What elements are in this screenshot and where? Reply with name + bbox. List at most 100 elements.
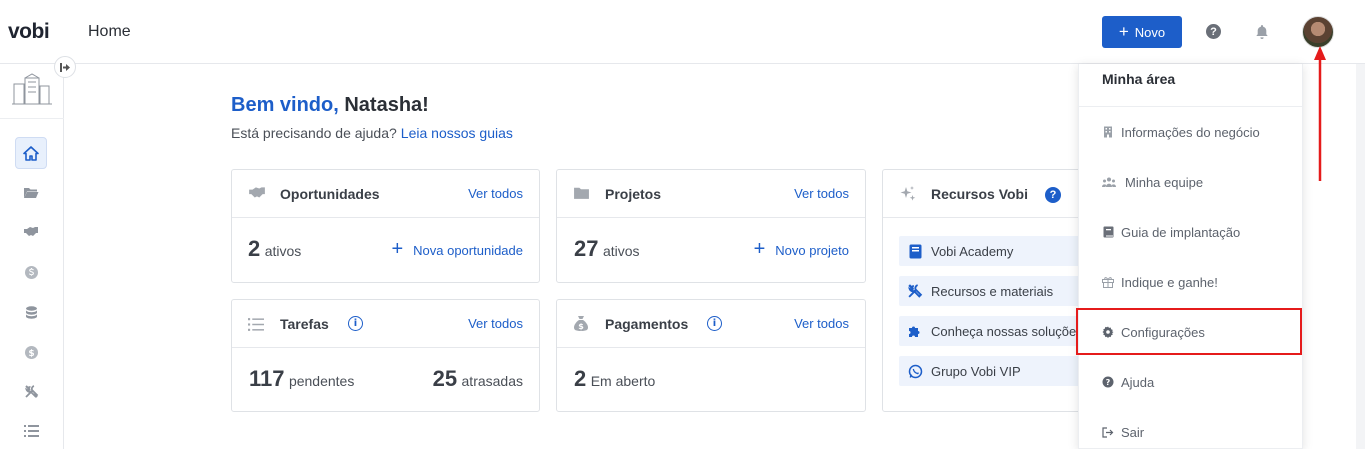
svg-text:$: $	[578, 322, 584, 331]
sparkle-icon	[899, 185, 917, 208]
see-all-link[interactable]: Ver todos	[468, 316, 523, 331]
help-icon: ?	[1102, 376, 1114, 388]
scrollbar[interactable]	[1356, 64, 1365, 449]
info-icon[interactable]: i	[348, 316, 363, 331]
whatsapp-icon	[907, 363, 923, 379]
menu-item-label: Indique e ganhe!	[1121, 274, 1218, 290]
card-title: Recursos Vobi	[931, 186, 1028, 202]
top-bar: vobi Home + Novo ?	[0, 0, 1365, 64]
resource-label: Vobi Academy	[931, 243, 1014, 259]
resource-label: Conheça nossas soluções	[931, 323, 1083, 339]
vobi-logo[interactable]: vobi	[8, 20, 50, 44]
card-header: Oportunidades Ver todos	[232, 170, 539, 218]
new-opportunity-label: Nova oportunidade	[413, 243, 523, 258]
user-menu-dropdown: Minha área Informações do negócio Minha …	[1078, 64, 1303, 449]
new-project-label: Novo projeto	[775, 243, 849, 258]
card-title: Pagamentos	[605, 316, 689, 332]
dropdown-divider	[1079, 106, 1303, 107]
menu-item-team[interactable]: Minha equipe	[1102, 172, 1203, 192]
building-icon	[1102, 126, 1114, 138]
late-count: 25	[432, 366, 458, 391]
company-logo-icon	[11, 72, 53, 108]
pending-row: 117 pendentes	[249, 366, 354, 392]
menu-item-label: Minha equipe	[1125, 174, 1204, 190]
payments-count: 2	[574, 366, 587, 391]
sidebar-item-projects[interactable]	[15, 176, 47, 208]
money-bag-icon: $	[573, 315, 589, 337]
sidebar-item-tools[interactable]	[15, 375, 47, 407]
book-icon	[907, 243, 923, 259]
list-icon	[23, 425, 39, 437]
folder-icon	[573, 186, 590, 205]
opportunities-count: 2	[248, 236, 261, 261]
help-circle-icon[interactable]: ?	[1045, 187, 1061, 203]
see-all-link[interactable]: Ver todos	[794, 186, 849, 201]
dropdown-title: Minha área	[1102, 71, 1176, 87]
card-header: Projetos Ver todos	[557, 170, 865, 218]
menu-item-logout[interactable]: Sair	[1102, 422, 1144, 442]
payments-card: $ Pagamentos i Ver todos 2 Em aberto	[556, 299, 866, 412]
team-icon	[1102, 176, 1116, 188]
puzzle-icon	[907, 323, 923, 339]
count-row: 27 ativos	[574, 236, 640, 262]
menu-item-help[interactable]: ? Ajuda	[1102, 372, 1154, 392]
card-header: $ Pagamentos i Ver todos	[557, 300, 865, 348]
resource-item-materials[interactable]: Recursos e materiais	[899, 276, 1089, 306]
sidebar-item-payments[interactable]: $	[15, 336, 47, 368]
resource-item-academy[interactable]: Vobi Academy	[899, 236, 1089, 266]
settings-highlight-box	[1076, 308, 1302, 355]
sidebar-item-finance[interactable]	[15, 256, 47, 288]
sidebar-toggle-button[interactable]	[54, 56, 76, 78]
sidebar-item-tasks[interactable]	[15, 415, 47, 447]
pending-count: 117	[249, 366, 285, 391]
home-icon	[23, 145, 39, 161]
plus-icon: +	[1118, 21, 1129, 41]
tools-icon	[907, 283, 923, 299]
see-all-link[interactable]: Ver todos	[468, 186, 523, 201]
handshake-icon	[248, 186, 266, 205]
resource-item-vip-group[interactable]: Grupo Vobi VIP	[899, 356, 1089, 386]
folder-icon	[24, 187, 39, 198]
welcome-heading: Bem vindo, Natasha!	[231, 94, 429, 117]
menu-item-refer[interactable]: Indique e ganhe!	[1102, 272, 1218, 292]
svg-text:$: $	[28, 349, 34, 359]
new-project-button[interactable]: + Novo projeto	[753, 238, 849, 260]
projects-count: 27	[574, 236, 599, 261]
welcome-name: Natasha!	[344, 94, 429, 116]
menu-item-implementation-guide[interactable]: Guia de implantação	[1102, 222, 1240, 242]
sidebar-item-purchases[interactable]	[15, 296, 47, 328]
late-row: 25 atrasadas	[433, 366, 523, 392]
info-icon[interactable]: i	[707, 316, 722, 331]
bell-icon[interactable]	[1255, 24, 1269, 45]
coins-icon	[25, 305, 37, 319]
guides-link[interactable]: Leia nossos guias	[401, 125, 513, 141]
resource-item-solutions[interactable]: Conheça nossas soluções	[899, 316, 1089, 346]
arrow-right-icon	[60, 62, 70, 72]
pending-label: pendentes	[288, 373, 355, 389]
sidebar: $	[0, 64, 64, 449]
sidebar-item-opportunities[interactable]	[15, 216, 47, 248]
menu-item-label: Guia de implantação	[1121, 224, 1241, 240]
count-label: Em aberto	[590, 373, 656, 389]
see-all-link[interactable]: Ver todos	[794, 316, 849, 331]
new-opportunity-button[interactable]: + Nova oportunidade	[391, 238, 523, 260]
resource-label: Recursos e materiais	[931, 283, 1054, 299]
menu-item-label: Informações do negócio	[1121, 124, 1260, 140]
plus-icon: +	[391, 238, 404, 260]
list-icon	[248, 318, 264, 336]
projects-card: Projetos Ver todos 27 ativos + Novo proj…	[556, 169, 866, 283]
menu-item-business-info[interactable]: Informações do negócio	[1102, 122, 1260, 142]
sidebar-item-home[interactable]	[15, 137, 47, 169]
count-label: ativos	[264, 243, 302, 259]
count-row: 2 ativos	[248, 236, 301, 262]
new-button[interactable]: + Novo	[1102, 16, 1182, 48]
welcome-greeting: Bem vindo,	[231, 94, 339, 116]
help-icon[interactable]: ?	[1206, 24, 1221, 39]
annotation-arrow-icon	[1314, 46, 1326, 181]
plus-icon: +	[753, 238, 766, 260]
resource-label: Grupo Vobi VIP	[931, 363, 1021, 379]
gift-icon	[1102, 276, 1114, 288]
tasks-card: Tarefas i Ver todos 117 pendentes 25 atr…	[231, 299, 540, 412]
dollar-coin-icon: $	[24, 345, 38, 359]
menu-item-label: Sair	[1121, 424, 1145, 440]
